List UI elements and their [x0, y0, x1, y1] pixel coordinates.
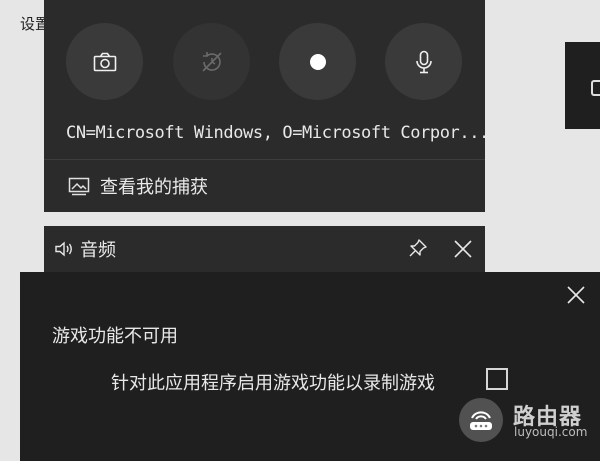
screenshot-button[interactable]	[66, 23, 143, 100]
record-last-button[interactable]	[173, 23, 250, 100]
audio-title: 音频	[80, 240, 116, 261]
dialog-heading: 游戏功能不可用	[52, 326, 178, 347]
audio-panel: 音频	[44, 226, 485, 272]
start-recording-button[interactable]	[279, 23, 356, 100]
audio-close-icon[interactable]	[453, 239, 473, 259]
microphone-icon	[415, 50, 432, 73]
enable-game-features-label: 针对此应用程序启用游戏功能以录制游戏	[111, 373, 435, 394]
capture-panel: CN=Microsoft Windows, O=Microsoft Corpor…	[44, 0, 489, 212]
microphone-button[interactable]	[385, 23, 462, 100]
certificate-text: CN=Microsoft Windows, O=Microsoft Corpor…	[66, 123, 489, 143]
window-edge-icon	[591, 80, 600, 96]
watermark: 路由器 luyouqi.com	[459, 398, 599, 444]
enable-game-features-checkbox[interactable]	[486, 368, 508, 390]
record-dot-icon	[309, 53, 326, 70]
record-last-disabled-icon	[201, 51, 222, 72]
camera-icon	[93, 52, 116, 71]
speaker-icon	[55, 241, 72, 257]
router-icon	[470, 411, 492, 430]
view-captures-label: 查看我的捕获	[100, 177, 208, 198]
dialog-close-icon[interactable]	[566, 285, 586, 305]
pin-icon[interactable]	[408, 238, 428, 258]
side-window-strip	[565, 42, 600, 129]
gallery-icon	[68, 177, 90, 196]
view-captures-link[interactable]: 查看我的捕获	[44, 160, 485, 212]
watermark-url: luyouqi.com	[514, 425, 588, 439]
